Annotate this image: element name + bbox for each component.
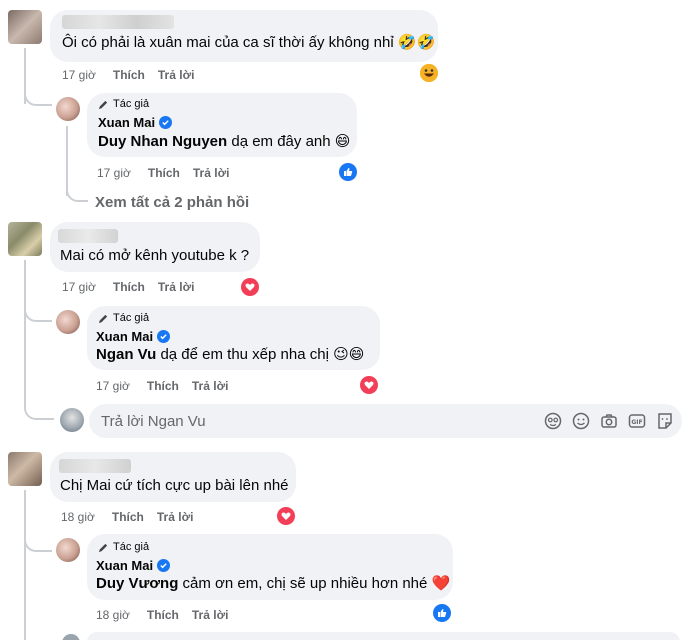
reply-text: Duy Nhan Nguyen dạ em đây anh 😄 [98,133,351,150]
xuan-mai-avatar[interactable] [56,538,80,562]
blurred-commenter-name[interactable] [62,15,174,29]
reply-text: Ngan Vu dạ để em thu xếp nha chị 😉😄 [96,346,365,363]
xuan-mai-avatar[interactable] [56,310,80,334]
pencil-icon [98,543,108,552]
verified-badge-icon [157,330,171,343]
reply-button[interactable]: Trả lời [192,608,229,622]
like-button[interactable]: Thích [112,510,144,524]
comment-text: Ôi có phải là xuân mai của ca sĩ thời ấy… [62,34,436,51]
comment-text: Chị Mai cứ tích cực up bài lên nhé [60,477,289,494]
svg-text:GIF: GIF [631,419,642,426]
blurred-commenter-name[interactable] [58,229,118,243]
avatar-sticker-icon[interactable] [544,412,562,430]
author-badge: Tác giả [98,541,149,553]
comment-time[interactable]: 18 giờ [61,510,95,524]
mention-tag[interactable]: Ngan Vu [96,346,156,363]
thread-curve [24,528,52,552]
comment-time[interactable]: 17 giờ [62,280,96,294]
like-reaction-icon[interactable] [433,604,451,622]
heart-reaction-icon[interactable] [360,376,378,394]
verified-badge-icon [159,116,173,129]
current-user-avatar[interactable] [60,408,84,432]
pencil-icon [98,100,108,109]
comment-time[interactable]: 17 giờ [62,68,96,82]
reply-author-name[interactable]: Xuan Mai [96,329,171,344]
author-badge: Tác giả [98,312,149,324]
mention-tag[interactable]: Duy Nhan Nguyen [98,133,227,150]
reply-actions: 17 giờ Thích Trả lời [96,379,228,393]
thread-line [24,260,26,408]
reply-time[interactable]: 17 giờ [96,379,130,393]
comment-text: Mai có mở kênh youtube k ? [60,247,250,264]
like-button[interactable]: Thích [147,608,179,622]
reply-time[interactable]: 17 giờ [97,166,131,180]
reply-button[interactable]: Trả lời [158,280,195,294]
reply-text: Duy Vương cảm ơn em, chị sẽ up nhiều hơn… [96,575,451,592]
mention-tag[interactable]: Duy Vương [96,575,178,592]
commenter-avatar[interactable] [8,10,42,44]
heart-reaction-icon[interactable] [277,507,295,525]
commenter-avatar[interactable] [8,452,42,486]
like-button[interactable]: Thích [113,68,145,82]
emoji-rofl: 🤣🤣 [397,34,436,51]
reply-actions: 18 giờ Thích Trả lời [96,608,228,622]
commenter-avatar[interactable] [8,222,42,256]
xuan-mai-avatar[interactable] [56,97,80,121]
emoji-icon[interactable] [572,412,590,430]
like-reaction-icon[interactable] [339,163,357,181]
author-badge: Tác giả [98,98,149,110]
reply-actions: 17 giờ Thích Trả lời [97,166,229,180]
heart-reaction-icon[interactable] [241,278,259,296]
reply-button[interactable]: Trả lời [192,379,229,393]
reply-time[interactable]: 18 giờ [96,608,130,622]
like-button[interactable]: Thích [113,280,145,294]
comment-actions: 18 giờ Thích Trả lời [61,510,193,524]
avatar-partial [62,634,80,640]
thread-curve [66,180,88,202]
thread-curve [24,396,54,420]
thread-curve [24,86,52,106]
reply-button[interactable]: Trả lời [158,68,195,82]
reply-author-name[interactable]: Xuan Mai [96,558,171,573]
camera-icon[interactable] [600,412,618,430]
reply-author-name[interactable]: Xuan Mai [98,115,173,130]
gif-icon[interactable]: GIF [628,412,646,430]
see-all-replies-link[interactable]: Xem tất cả 2 phản hồi [95,194,249,211]
haha-reaction-icon[interactable] [420,64,438,82]
reply-button[interactable]: Trả lời [157,510,194,524]
reply-button[interactable]: Trả lời [193,166,230,180]
reply-input-placeholder: Trả lời Ngan Vu [101,413,206,430]
comment-actions: 17 giờ Thích Trả lời [62,68,194,82]
pencil-icon [98,314,108,323]
thread-curve [24,298,52,322]
comment-bubble-partial [87,632,680,640]
like-button[interactable]: Thích [147,379,179,393]
blurred-commenter-name[interactable] [59,459,131,473]
verified-badge-icon [157,559,171,572]
thread-line [24,490,26,640]
comment-actions: 17 giờ Thích Trả lời [62,280,194,294]
sticker-icon[interactable] [656,412,674,430]
like-button[interactable]: Thích [148,166,180,180]
